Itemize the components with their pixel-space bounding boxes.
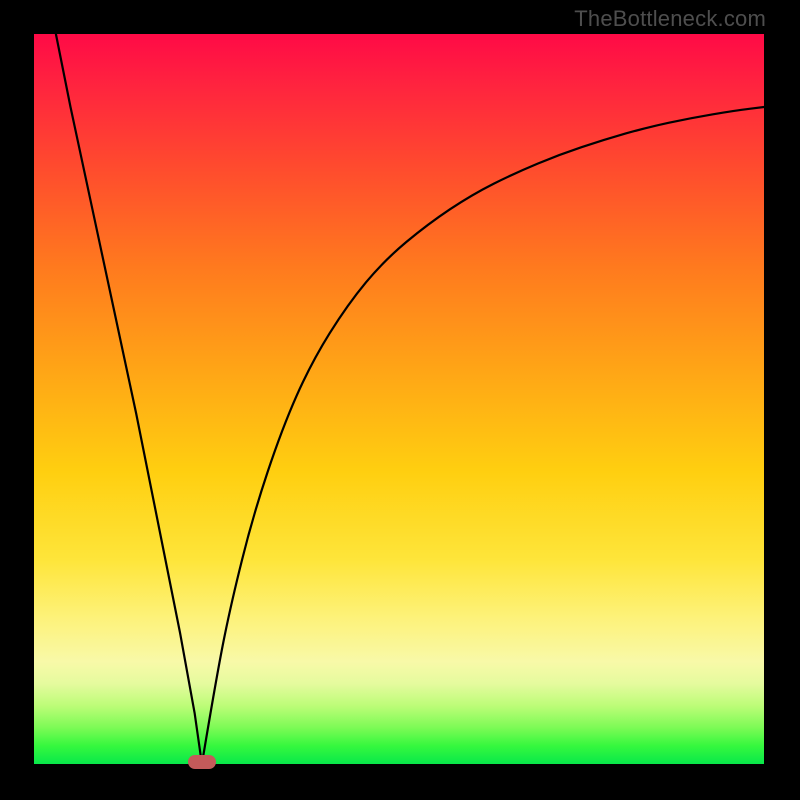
bottleneck-curve xyxy=(34,34,764,764)
watermark-text: TheBottleneck.com xyxy=(574,6,766,32)
minimum-marker xyxy=(188,755,216,769)
chart-frame: TheBottleneck.com xyxy=(0,0,800,800)
plot-area xyxy=(34,34,764,764)
